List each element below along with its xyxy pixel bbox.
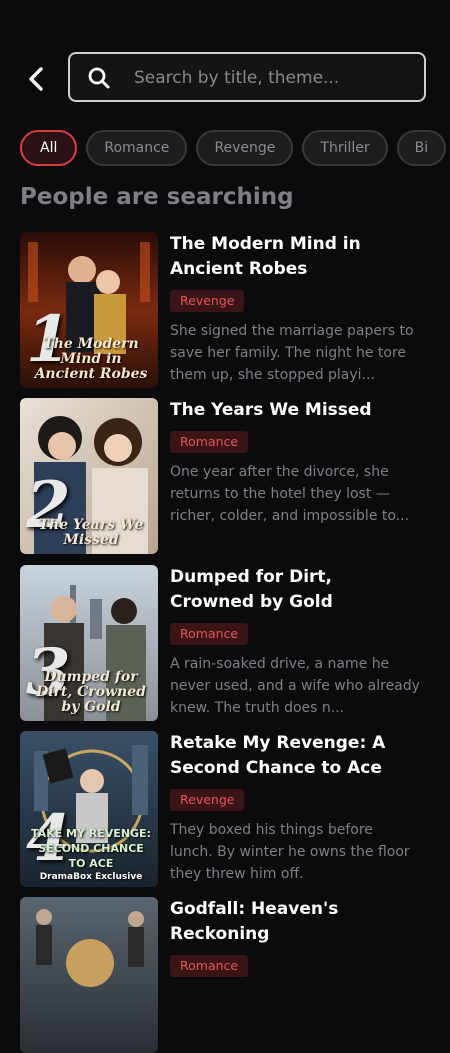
genre-tag: Romance [170, 955, 249, 977]
item-description: They boxed his things before lunch. By w… [170, 822, 410, 882]
list-item[interactable]: Godfall: Heaven's Reckoning Romance [20, 897, 440, 1053]
list-item[interactable]: 2 The Years We Missed The Years We Misse… [20, 398, 440, 554]
cover-title: TAKE MY REVENGE: SECOND CHANCE TO ACE [31, 827, 151, 870]
cover-title: The Modern Mind in Ancient Robes [34, 336, 148, 382]
item-title: Godfall: Heaven's Reckoning [170, 899, 339, 944]
cover-image: 1 The Modern Mind in Ancient Robes [20, 232, 158, 388]
list-item[interactable]: 3 Dumped for Dirt, Crowned by Gold Dumpe… [20, 565, 440, 721]
item-description: She signed the marriage papers to save h… [170, 323, 414, 383]
search-icon [88, 67, 110, 89]
search-input[interactable] [132, 54, 416, 102]
genre-tag: Romance [170, 623, 249, 645]
cover-image: 4 TAKE MY REVENGE: SECOND CHANCE TO ACE … [20, 731, 158, 887]
list-item[interactable]: 4 TAKE MY REVENGE: SECOND CHANCE TO ACE … [20, 731, 440, 887]
chip-romance[interactable]: Romance [86, 130, 188, 166]
item-title: The Modern Mind in Ancient Robes [170, 234, 361, 279]
item-description: A rain-soaked drive, a name he never use… [170, 656, 420, 716]
cover-title: Dumped for Dirt, Crowned by Gold [36, 669, 146, 715]
back-icon[interactable] [20, 62, 54, 96]
chip-bi[interactable]: Bi [396, 130, 447, 166]
item-title: Retake My Revenge: A Second Chance to Ac… [170, 733, 386, 778]
search-box[interactable] [68, 52, 426, 102]
item-title: The Years We Missed [170, 400, 372, 420]
category-chips: All Romance Revenge Thriller Bi [20, 130, 450, 166]
item-description: One year after the divorce, she returns … [170, 464, 410, 524]
genre-tag: Revenge [170, 789, 245, 811]
cover-subtitle: DramaBox Exclusive [39, 872, 143, 882]
cover-title: The Years We Missed [38, 517, 144, 548]
cover-image [20, 897, 158, 1053]
section-title: People are searching [20, 184, 294, 210]
chip-revenge[interactable]: Revenge [196, 130, 294, 166]
genre-tag: Romance [170, 431, 249, 453]
cover-image: 2 The Years We Missed [20, 398, 158, 554]
list-item[interactable]: 1 The Modern Mind in Ancient Robes The M… [20, 232, 440, 388]
chip-all[interactable]: All [20, 130, 78, 166]
chip-thriller[interactable]: Thriller [302, 130, 388, 166]
top-bar [0, 52, 450, 106]
genre-tag: Revenge [170, 290, 245, 312]
cover-image: 3 Dumped for Dirt, Crowned by Gold [20, 565, 158, 721]
item-title: Dumped for Dirt, Crowned by Gold [170, 567, 333, 612]
